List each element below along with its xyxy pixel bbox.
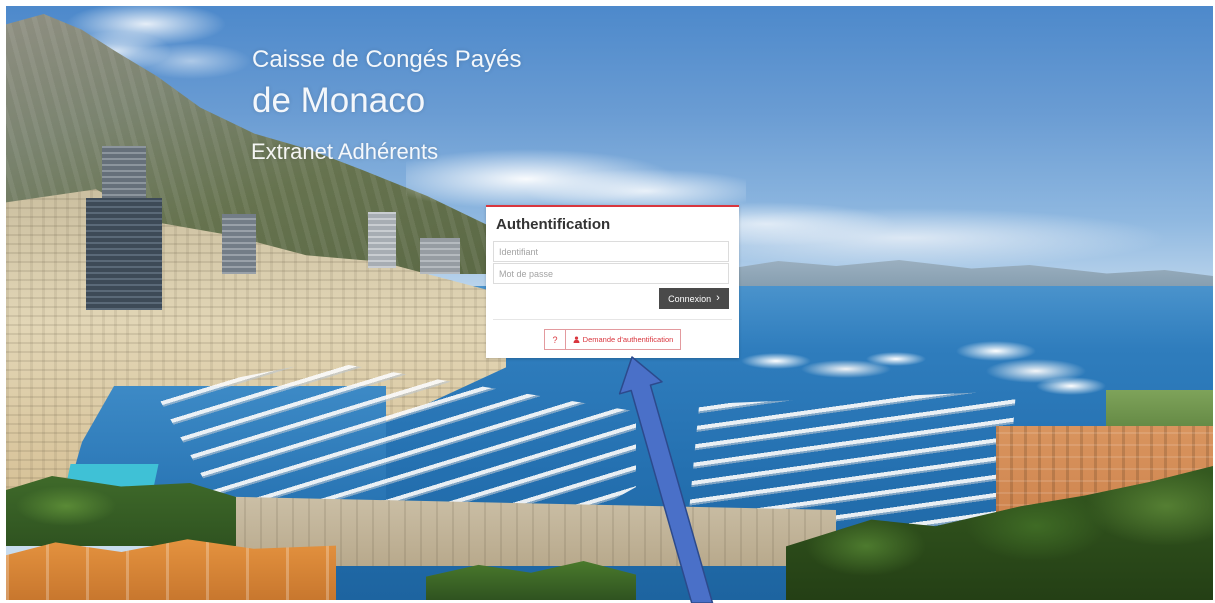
site-title-line-2: de Monaco [252,81,426,120]
background-tower [86,198,162,310]
site-title-line-1: Caisse de Congés Payés [252,46,522,73]
background-yachts [736,341,926,386]
background-building [222,214,256,274]
username-input[interactable] [493,241,729,262]
login-panel: Authentification Connexion › ? Demande d… [486,205,739,358]
login-button[interactable]: Connexion › [659,288,729,309]
login-title: Authentification [496,216,611,233]
site-subtitle: Extranet Adhérents [251,139,439,164]
user-icon [573,336,580,343]
background-yachts [956,326,1106,401]
divider [493,319,732,320]
background-building [420,238,460,274]
chevron-right-icon: › [716,292,720,304]
background-trees [6,476,236,546]
help-button-label: ? [552,334,558,345]
help-button[interactable]: ? [544,329,566,350]
background-building [368,212,396,268]
password-input[interactable] [493,263,729,284]
background-tower-top [102,146,146,202]
request-authentication-label: Demande d'authentification [582,335,674,344]
request-authentication-button[interactable]: Demande d'authentification [566,329,681,350]
login-button-label: Connexion [668,293,712,304]
